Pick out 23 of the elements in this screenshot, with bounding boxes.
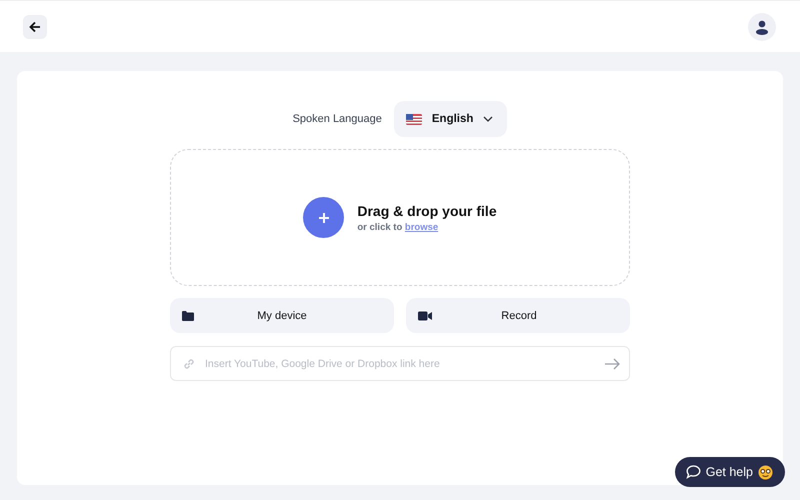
video-camera-icon: [418, 310, 432, 320]
chat-bubble-icon: [686, 465, 701, 479]
user-icon: [754, 18, 770, 34]
flag-icon: [406, 114, 422, 124]
device-upload-button[interactable]: My device: [170, 298, 394, 333]
folder-icon: [182, 310, 194, 320]
plus-icon: [318, 212, 330, 224]
nerd-face-icon: [758, 464, 773, 480]
language-dropdown[interactable]: English: [394, 101, 508, 137]
chevron-down-icon: [483, 116, 494, 122]
link-icon: [182, 357, 196, 371]
back-button[interactable]: [23, 14, 47, 38]
submit-arrow-icon[interactable]: [604, 358, 620, 370]
record-button[interactable]: Record: [406, 298, 630, 333]
link-input-field[interactable]: Insert YouTube, Google Drive or Dropbox link here: [170, 346, 630, 381]
back-arrow-icon: [29, 20, 41, 32]
language-label: Spoken Language: [292, 113, 382, 125]
add-file-button[interactable]: [303, 197, 344, 238]
drop-title: Drag & drop your file: [357, 202, 497, 218]
profile-button[interactable]: [748, 12, 776, 40]
drop-subtitle: or click to browse: [357, 222, 440, 232]
get-help-button[interactable]: Get help: [674, 457, 785, 487]
file-drop-zone[interactable]: Drag & drop your file or click to browse: [170, 149, 630, 286]
